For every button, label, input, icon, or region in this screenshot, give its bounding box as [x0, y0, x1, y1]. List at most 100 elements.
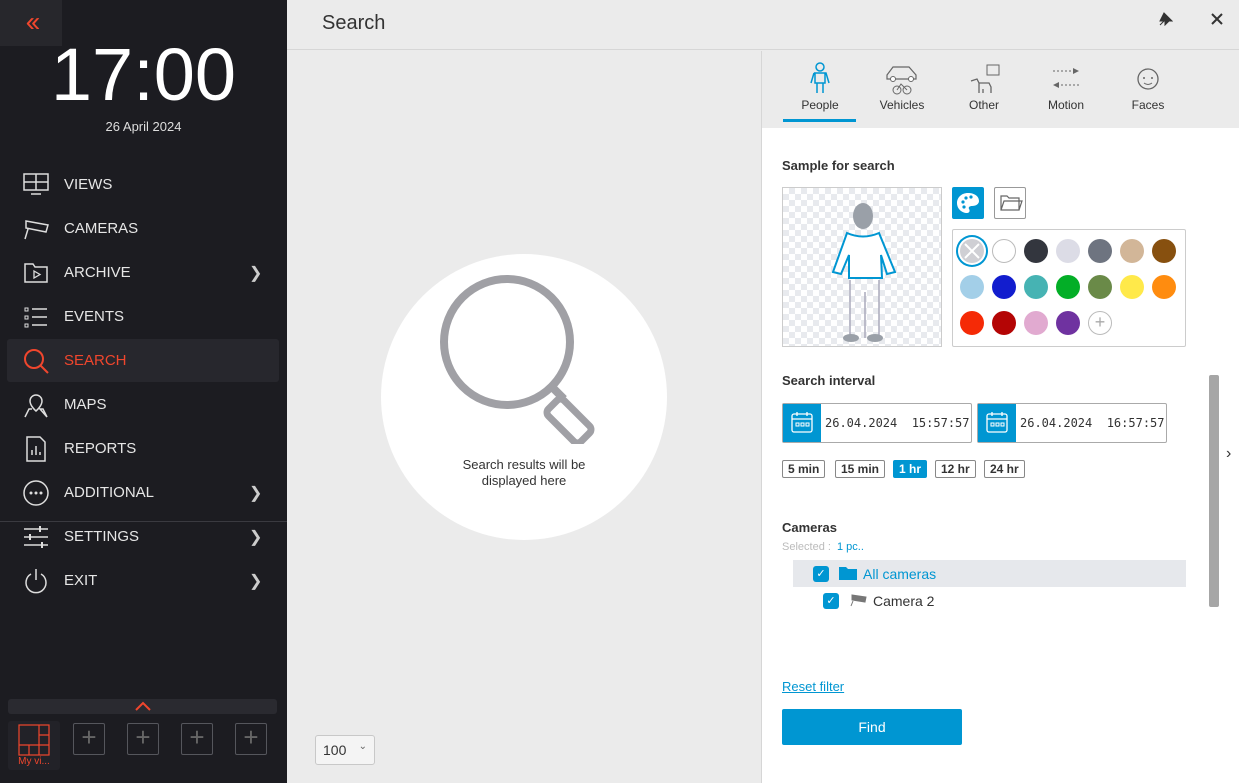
sidebar-item-archive[interactable]: ARCHIVE ❯	[7, 251, 279, 294]
color-swatch[interactable]	[1120, 275, 1144, 299]
add-layout-button[interactable]: +	[235, 723, 267, 755]
checkbox[interactable]: ✓	[823, 593, 839, 609]
color-swatch[interactable]	[1120, 239, 1144, 263]
color-swatch[interactable]	[1152, 275, 1176, 299]
open-file-button[interactable]	[994, 187, 1026, 219]
color-palette-button[interactable]	[952, 187, 984, 219]
page-size-select[interactable]: 100 ⌄	[315, 735, 375, 765]
settings-icon	[11, 523, 61, 551]
sidebar-item-label: SETTINGS	[64, 528, 140, 545]
add-layout-button[interactable]: +	[181, 723, 213, 755]
tab-faces[interactable]: Faces	[1111, 61, 1185, 112]
clock: 17:00	[50, 33, 237, 116]
tab-motion[interactable]: Motion	[1029, 61, 1103, 112]
expand-layouts-button[interactable]	[8, 699, 277, 714]
tab-people[interactable]: People	[783, 61, 857, 112]
sidebar-item-exit[interactable]: EXIT ❯	[7, 559, 279, 602]
tree-item-all-cameras[interactable]: ✓ All cameras	[793, 560, 1186, 587]
sidebar-item-label: ADDITIONAL	[64, 484, 155, 501]
add-color-button[interactable]: +	[1088, 311, 1112, 335]
color-swatch[interactable]	[1056, 311, 1080, 335]
add-layout-button[interactable]: +	[73, 723, 105, 755]
color-picker: +	[952, 229, 1186, 347]
end-datetime-field[interactable]: 26.04.2024 16:57:57	[977, 403, 1167, 443]
color-swatch[interactable]	[1024, 239, 1048, 263]
chevron-down-icon: ⌄	[358, 741, 367, 752]
object-type-tabs: People Vehicles Other Motion Faces	[762, 51, 1239, 128]
scrollbar[interactable]	[1209, 375, 1219, 607]
preset-15-min[interactable]: 15 min	[835, 460, 886, 478]
empty-state: Search results will be displayed here	[381, 254, 667, 540]
dog-and-bag-icon	[970, 64, 1000, 93]
color-swatch[interactable]	[1088, 275, 1112, 299]
vehicle-icon	[886, 66, 917, 95]
person-icon	[810, 62, 830, 93]
start-datetime-field[interactable]: 26.04.2024 15:57:57	[782, 403, 972, 443]
power-icon	[11, 567, 61, 595]
tree-item-camera[interactable]: ✓ Camera 2	[793, 588, 1186, 614]
calendar-icon[interactable]	[978, 404, 1016, 442]
sidebar-item-additional[interactable]: ADDITIONAL ❯	[7, 471, 279, 514]
color-none-swatch[interactable]	[960, 239, 984, 263]
person-silhouette-icon	[831, 203, 897, 342]
preset-5-min[interactable]: 5 min	[782, 460, 826, 478]
preset-1-hr[interactable]: 1 hr	[893, 460, 928, 478]
results-area: Search results will be displayed here 10…	[287, 51, 761, 783]
divider	[0, 521, 287, 522]
tree-item-label: Camera 2	[873, 593, 935, 609]
header: Search	[287, 0, 1239, 50]
preset-12-hr[interactable]: 12 hr	[935, 460, 976, 478]
sidebar-item-label: MAPS	[64, 396, 107, 413]
sidebar-item-cameras[interactable]: CAMERAS	[7, 207, 279, 250]
color-swatch[interactable]	[1024, 275, 1048, 299]
more-icon	[11, 479, 61, 507]
sidebar-item-label: EXIT	[64, 572, 98, 589]
color-swatch[interactable]	[1152, 239, 1176, 263]
color-swatch[interactable]	[1056, 239, 1080, 263]
find-button[interactable]: Find	[782, 709, 962, 745]
sidebar-item-maps[interactable]: MAPS	[7, 383, 279, 426]
map-icon	[11, 391, 61, 419]
selected-value: 1 pc..	[836, 541, 864, 553]
color-swatch[interactable]	[1056, 275, 1080, 299]
page-size-value: 100	[323, 742, 347, 758]
reset-filter-link[interactable]: Reset filter	[782, 679, 844, 694]
close-icon[interactable]	[1210, 12, 1224, 26]
sidebar-item-views[interactable]: VIEWS	[7, 163, 279, 206]
sidebar-item-label: REPORTS	[64, 440, 137, 457]
motion-arrows-icon	[1053, 68, 1079, 88]
color-swatch[interactable]	[992, 311, 1016, 335]
search-filter-panel: People Vehicles Other Motion Faces Sampl…	[761, 51, 1239, 783]
folder-icon	[1000, 195, 1023, 211]
sidebar-item-label: SEARCH	[64, 352, 127, 369]
pin-icon[interactable]	[1159, 12, 1173, 26]
sidebar-item-search[interactable]: SEARCH	[7, 339, 279, 382]
layout-my-view[interactable]: My vi...	[8, 721, 60, 770]
events-icon	[11, 303, 61, 331]
chevron-right-icon[interactable]: ›	[1226, 445, 1231, 463]
sidebar-item-events[interactable]: EVENTS	[7, 295, 279, 338]
calendar-icon[interactable]	[783, 404, 821, 442]
tab-other[interactable]: Other	[947, 61, 1021, 112]
preset-24-hr[interactable]: 24 hr	[984, 460, 1025, 478]
date: 26 April 2024	[105, 119, 182, 134]
chevron-right-icon: ❯	[249, 484, 263, 502]
color-swatch[interactable]	[992, 275, 1016, 299]
color-swatch[interactable]	[960, 311, 984, 335]
sidebar-item-reports[interactable]: REPORTS	[7, 427, 279, 470]
color-swatch[interactable]	[1088, 239, 1112, 263]
checkbox[interactable]: ✓	[813, 566, 829, 582]
color-swatch[interactable]	[960, 275, 984, 299]
start-time: 15:57:57	[911, 416, 970, 430]
color-swatch[interactable]	[992, 239, 1016, 263]
page-title: Search	[322, 12, 386, 34]
color-swatch[interactable]	[1024, 311, 1048, 335]
section-title: Search interval	[782, 373, 876, 388]
tab-vehicles[interactable]: Vehicles	[865, 61, 939, 112]
tab-label: Vehicles	[879, 98, 925, 112]
person-sample[interactable]	[782, 187, 942, 347]
sidebar: ‹‹ 17:00 26 April 2024 VIEWS CAMERAS ARCHI…	[0, 0, 287, 783]
camera-icon	[850, 594, 867, 607]
chevron-right-icon: ❯	[249, 528, 263, 546]
add-layout-button[interactable]: +	[127, 723, 159, 755]
